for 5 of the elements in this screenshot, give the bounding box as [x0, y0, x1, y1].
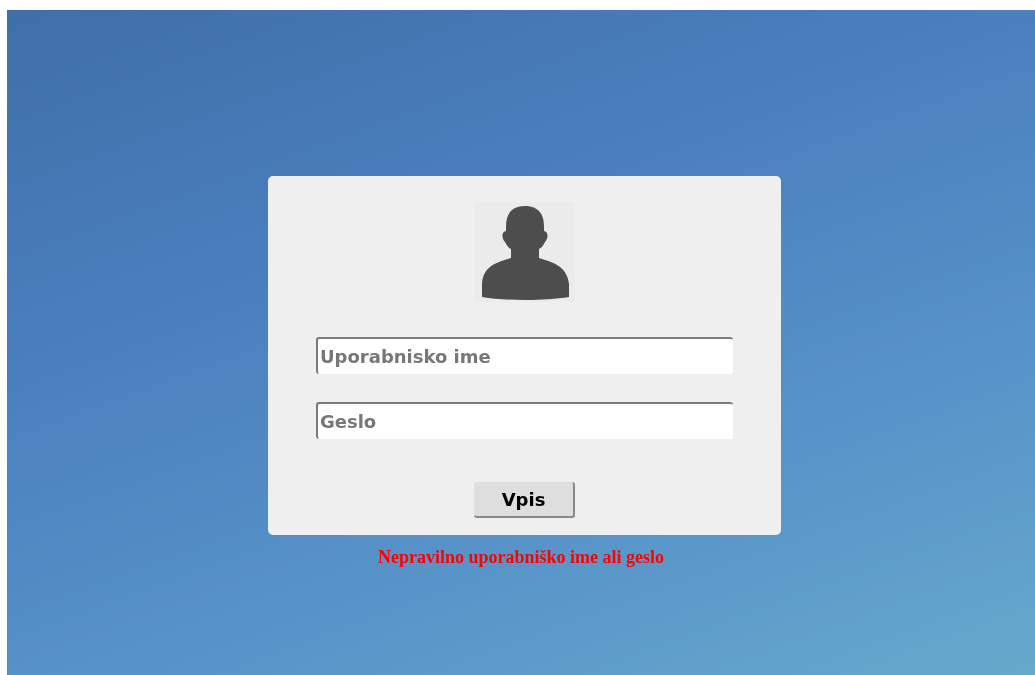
input-field[interactable]: Uporabnisko ime — [316, 337, 733, 374]
login-button[interactable]: Vpis — [474, 482, 575, 518]
user-avatar-icon — [474, 202, 575, 302]
error-message: Nepravilno uporabniško ime ali geslo — [378, 547, 664, 568]
input-field[interactable]: Geslo — [316, 402, 733, 439]
